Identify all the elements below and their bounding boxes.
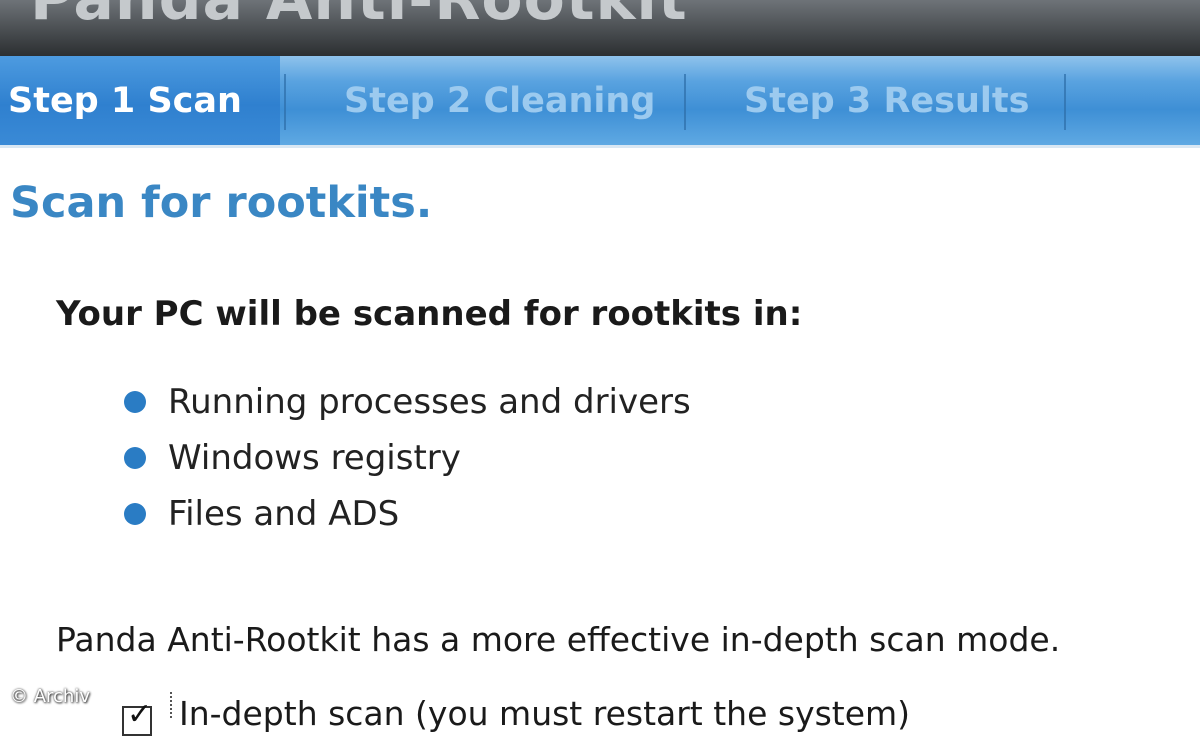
- scan-areas-list: Running processes and drivers Windows re…: [124, 374, 691, 542]
- title-bar: Panda Anti-Rootkit: [0, 0, 1200, 56]
- in-depth-scan-label[interactable]: In-depth scan (you must restart the syst…: [179, 694, 910, 733]
- window-title: Panda Anti-Rootkit: [30, 0, 688, 34]
- list-item: Running processes and drivers: [124, 374, 691, 430]
- scan-intro-text: Your PC will be scanned for rootkits in:: [56, 294, 803, 334]
- copyright-watermark: © Archiv: [10, 686, 90, 707]
- tab-step-1-scan[interactable]: Step 1 Scan: [0, 56, 280, 145]
- list-item-label: Running processes and drivers: [168, 382, 691, 422]
- checkmark-icon: ✓: [127, 697, 153, 732]
- in-depth-scan-option[interactable]: ✓ In-depth scan (you must restart the sy…: [122, 692, 910, 736]
- tab-separator: [1064, 74, 1066, 130]
- tab-step-3-results[interactable]: Step 3 Results: [744, 56, 1029, 145]
- bullet-icon: [124, 503, 146, 525]
- bullet-icon: [124, 447, 146, 469]
- tab-step-2-cleaning[interactable]: Step 2 Cleaning: [344, 56, 655, 145]
- step-tabs: Step 1 Scan Step 2 Cleaning Step 3 Resul…: [0, 56, 1200, 148]
- focus-indicator: [170, 692, 175, 718]
- in-depth-scan-checkbox[interactable]: ✓: [122, 700, 152, 736]
- list-item-label: Windows registry: [168, 438, 461, 478]
- list-item-label: Files and ADS: [168, 494, 400, 534]
- bullet-icon: [124, 391, 146, 413]
- in-depth-note: Panda Anti-Rootkit has a more effective …: [56, 620, 1061, 659]
- list-item: Files and ADS: [124, 486, 691, 542]
- list-item: Windows registry: [124, 430, 691, 486]
- page-heading: Scan for rootkits.: [10, 178, 433, 228]
- tab-separator: [284, 74, 286, 130]
- tab-separator: [684, 74, 686, 130]
